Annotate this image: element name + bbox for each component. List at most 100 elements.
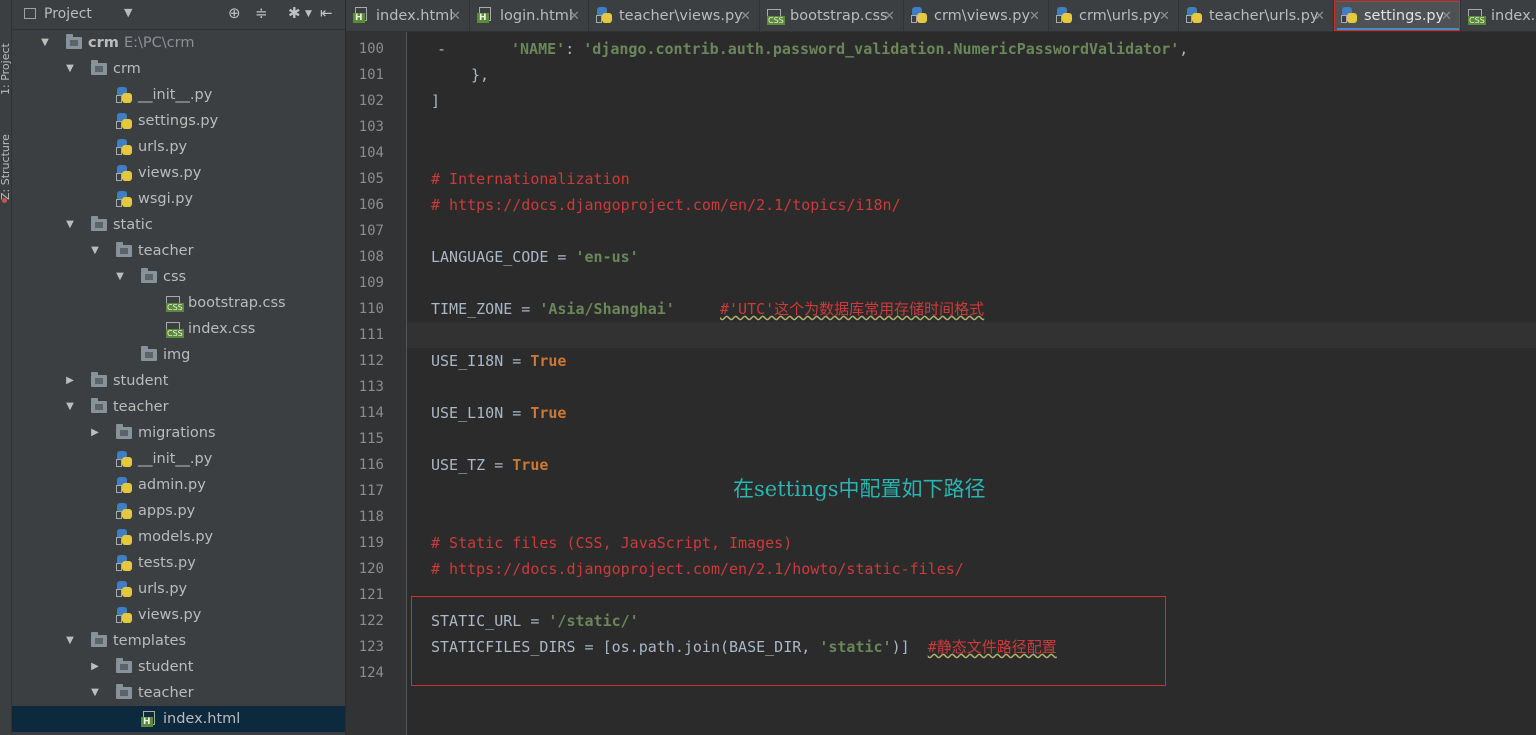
line-number: 100 bbox=[358, 41, 384, 57]
tree-folder-static[interactable]: ▼ static bbox=[12, 212, 345, 238]
tree-item-label: views.py bbox=[138, 165, 202, 181]
python-file-icon bbox=[116, 191, 132, 207]
code-line-119: # Static files (CSS, JavaScript, Images) bbox=[431, 534, 793, 552]
line-number: 112 bbox=[358, 353, 384, 369]
code-line-106: # https://docs.djangoproject.com/en/2.1/… bbox=[431, 196, 901, 214]
tree-file-index-html[interactable]: Hindex.html bbox=[12, 706, 345, 732]
tree-file-views-py[interactable]: views.py bbox=[12, 602, 345, 628]
python-file-icon bbox=[1186, 7, 1202, 23]
chevron-right-icon[interactable]: ▶ bbox=[89, 420, 101, 446]
chevron-down-icon[interactable]: ▼ bbox=[64, 212, 76, 238]
line-number: 121 bbox=[358, 587, 384, 603]
structure-tool-button[interactable]: Z: Structure bbox=[0, 120, 11, 200]
tree-item-label: views.py bbox=[138, 607, 202, 623]
tree-file--init-py[interactable]: __init__.py bbox=[12, 446, 345, 472]
code-editor[interactable]: 100 101 102 103 104 105 106 107 108 109 110 111 112 1… bbox=[346, 32, 1536, 735]
tab-crm-views-py[interactable]: crm\views.py ✕ bbox=[904, 0, 1049, 31]
tree-file-apps-py[interactable]: apps.py bbox=[12, 498, 345, 524]
chevron-down-icon[interactable]: ▼ bbox=[39, 30, 51, 56]
chevron-down-icon[interactable]: ▼ bbox=[124, 6, 132, 19]
tree-file-urls-py[interactable]: urls.py bbox=[12, 134, 345, 160]
tree-file-views-py[interactable]: views.py bbox=[12, 160, 345, 186]
tree-file--init-py[interactable]: __init__.py bbox=[12, 82, 345, 108]
close-tab-icon[interactable]: ✕ bbox=[1159, 0, 1170, 31]
code-line-101: }, bbox=[471, 66, 490, 84]
tree-file-settings-py[interactable]: settings.py bbox=[12, 108, 345, 134]
close-tab-icon[interactable]: ✕ bbox=[569, 0, 580, 31]
tree-item-label: student bbox=[138, 659, 194, 675]
tree-folder-migrations[interactable]: ▶ migrations bbox=[12, 420, 345, 446]
close-tab-icon[interactable]: ✕ bbox=[1314, 0, 1325, 31]
tree-file-bootstrap-css[interactable]: CSS bootstrap.css bbox=[12, 290, 345, 316]
project-panel-title[interactable]: Project bbox=[44, 6, 92, 22]
tab-crm-urls-py[interactable]: crm\urls.py ✕ bbox=[1049, 0, 1179, 31]
tree-folder-teacher[interactable]: ▼ teacher bbox=[12, 394, 345, 420]
tree-file-index-css[interactable]: CSS index.css bbox=[12, 316, 345, 342]
locate-file-icon[interactable]: ⊕ bbox=[228, 4, 241, 22]
python-file-icon bbox=[116, 451, 132, 467]
tree-folder-teacher[interactable]: ▼ teacher bbox=[12, 238, 345, 264]
tree-folder-teacher[interactable]: ▼ teacher bbox=[12, 680, 345, 706]
tree-file-tests-py[interactable]: tests.py bbox=[12, 550, 345, 576]
line-number: 109 bbox=[358, 275, 384, 291]
tree-item-label: urls.py bbox=[138, 581, 188, 597]
tree-folder-crm[interactable]: ▼ crm E:\PC\crm bbox=[12, 30, 345, 56]
tree-item-label: crm bbox=[113, 61, 141, 77]
tree-folder-student[interactable]: ▶ student bbox=[12, 368, 345, 394]
tree-folder-img[interactable]: img bbox=[12, 342, 345, 368]
line-number: 118 bbox=[358, 509, 384, 525]
folder-icon bbox=[141, 268, 157, 283]
gear-dropdown-icon[interactable]: ▼ bbox=[305, 9, 312, 19]
gear-icon[interactable]: ✱ bbox=[288, 4, 301, 22]
folder-icon bbox=[116, 658, 132, 673]
close-tab-icon[interactable]: ✕ bbox=[740, 0, 751, 31]
tree-item-label: bootstrap.css bbox=[188, 295, 286, 311]
tab-index-html[interactable]: Hindex.html ✕ bbox=[346, 0, 470, 31]
tree-file-urls-py[interactable]: urls.py bbox=[12, 576, 345, 602]
line-number: 104 bbox=[358, 145, 384, 161]
python-file-icon bbox=[116, 555, 132, 571]
tab-teacher-urls-py[interactable]: teacher\urls.py ✕ bbox=[1179, 0, 1334, 31]
chevron-down-icon[interactable]: ▼ bbox=[114, 264, 126, 290]
tab-teacher-views-py[interactable]: teacher\views.py ✕ bbox=[589, 0, 760, 31]
line-number: 113 bbox=[358, 379, 384, 395]
tab-index-c[interactable]: CSS index.c bbox=[1461, 0, 1536, 31]
project-panel: Project ▼ ⊕ ≑ ✱ ▼ ⇤ ▼ crm E:\PC\crm ▼ crm __i… bbox=[12, 0, 346, 735]
chevron-down-icon[interactable]: ▼ bbox=[64, 394, 76, 420]
tab-bootstrap-css[interactable]: CSS bootstrap.css ✕ bbox=[760, 0, 904, 31]
chevron-down-icon[interactable]: ▼ bbox=[64, 56, 76, 82]
chevron-right-icon[interactable]: ▶ bbox=[64, 368, 76, 394]
tree-item-label: index.html bbox=[163, 711, 241, 727]
tab-label: login.html bbox=[500, 8, 573, 24]
chevron-down-icon[interactable]: ▼ bbox=[89, 680, 101, 706]
close-tab-icon[interactable]: ✕ bbox=[1029, 0, 1040, 31]
code-line-110: TIME_ZONE = 'Asia/Shanghai' #'UTC'这个为数据库… bbox=[431, 300, 985, 318]
tree-item-label: index.css bbox=[188, 321, 256, 337]
line-number: 115 bbox=[358, 431, 384, 447]
tree-folder-css[interactable]: ▼ css bbox=[12, 264, 345, 290]
tree-file-wsgi-py[interactable]: wsgi.py bbox=[12, 186, 345, 212]
html-file-icon: H bbox=[141, 711, 157, 727]
chevron-right-icon[interactable]: ▶ bbox=[89, 654, 101, 680]
line-number: 123 bbox=[358, 639, 384, 655]
project-view-icon bbox=[24, 8, 36, 19]
tab-login-html[interactable]: Hlogin.html ✕ bbox=[470, 0, 589, 31]
tree-file-admin-py[interactable]: admin.py bbox=[12, 472, 345, 498]
close-tab-icon[interactable]: ✕ bbox=[884, 0, 895, 31]
chevron-down-icon[interactable]: ▼ bbox=[64, 628, 76, 654]
chevron-down-icon[interactable]: ▼ bbox=[89, 238, 101, 264]
tree-item-label: urls.py bbox=[138, 139, 188, 155]
caret-line bbox=[346, 322, 1536, 348]
collapse-all-icon[interactable]: ≑ bbox=[255, 4, 268, 22]
folder-icon bbox=[91, 372, 107, 387]
tree-item-label: templates bbox=[113, 633, 187, 649]
project-tool-button[interactable]: 1: Project bbox=[0, 0, 11, 95]
tree-folder-templates[interactable]: ▼ templates bbox=[12, 628, 345, 654]
tree-folder-student[interactable]: ▶ student bbox=[12, 654, 345, 680]
html-file-icon: H bbox=[353, 7, 369, 23]
hide-panel-icon[interactable]: ⇤ bbox=[320, 4, 333, 22]
tree-file-models-py[interactable]: models.py bbox=[12, 524, 345, 550]
tree-folder-crm[interactable]: ▼ crm bbox=[12, 56, 345, 82]
close-tab-icon[interactable]: ✕ bbox=[450, 0, 461, 31]
css-file-icon: CSS bbox=[1468, 9, 1486, 25]
